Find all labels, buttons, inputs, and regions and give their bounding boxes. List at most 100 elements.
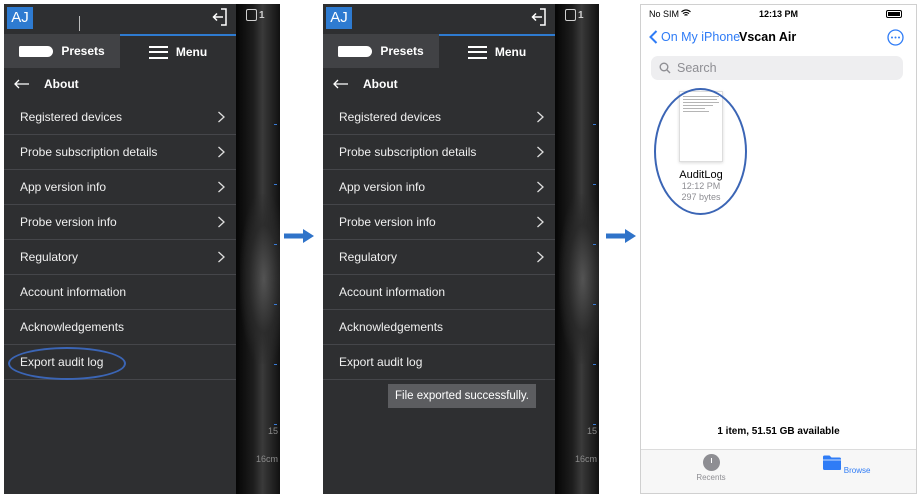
menu-item-probe-version[interactable]: Probe version info: [4, 205, 236, 240]
tab-presets[interactable]: Presets: [323, 34, 439, 68]
chevron-right-icon: [218, 146, 225, 158]
tab-presets-label: Presets: [61, 44, 105, 58]
tab-menu-label: Menu: [494, 45, 527, 59]
menu-item-regulatory[interactable]: Regulatory: [323, 240, 555, 275]
menu-item-probe-subscription[interactable]: Probe subscription details: [323, 135, 555, 170]
flow-arrow-icon: [284, 229, 314, 243]
menu-item-label: Acknowledgements: [339, 320, 444, 334]
depth-ticks: [593, 124, 596, 444]
hamburger-icon: [148, 45, 168, 59]
menu-list: Registered devices Probe subscription de…: [323, 100, 555, 380]
tab-menu[interactable]: Menu: [120, 34, 236, 68]
menu-item-probe-version[interactable]: Probe version info: [323, 205, 555, 240]
menu-item-export-audit-log[interactable]: Export audit log: [323, 345, 555, 380]
frame-count: 1: [578, 9, 584, 21]
depth-unit: 16cm: [574, 454, 597, 464]
highlight-ellipse: [654, 88, 747, 215]
menu-item-probe-subscription[interactable]: Probe subscription details: [4, 135, 236, 170]
tab-browse-label: Browse: [843, 466, 871, 475]
battery-icon: [886, 10, 902, 18]
tab-presets-label: Presets: [380, 44, 424, 58]
menu-item-regulatory[interactable]: Regulatory: [4, 240, 236, 275]
chevron-right-icon: [537, 216, 544, 228]
menu-item-label: Registered devices: [20, 110, 123, 124]
chevron-left-icon: [649, 30, 658, 44]
menu-item-registered-devices[interactable]: Registered devices: [323, 100, 555, 135]
folder-icon: [822, 455, 841, 470]
frame-count: 1: [259, 9, 265, 21]
toast-message: File exported successfully.: [388, 384, 536, 408]
menu-item-label: Probe subscription details: [339, 145, 477, 159]
search-icon: [659, 62, 671, 74]
avatar[interactable]: AJ: [326, 7, 352, 29]
more-icon[interactable]: [887, 29, 904, 46]
menu-item-account-information[interactable]: Account information: [323, 275, 555, 310]
about-title: About: [363, 77, 398, 91]
tab-menu[interactable]: Menu: [439, 34, 555, 68]
folder-title: Vscan Air: [739, 30, 797, 44]
probe-icon: [19, 45, 54, 57]
flow-arrow-icon: [606, 229, 636, 243]
back-arrow-icon[interactable]: [333, 79, 349, 89]
menu-item-label: Regulatory: [20, 250, 79, 264]
menu-list: Registered devices Probe subscription de…: [4, 100, 236, 380]
menu-item-acknowledgements[interactable]: Acknowledgements: [4, 310, 236, 345]
android-screen-before: 1 15 16cm AJ Presets Menu About Register…: [4, 4, 280, 494]
clipboard-icon: [565, 9, 576, 21]
menu-tabs: Presets Menu: [323, 34, 555, 68]
storage-info: 1 item, 51.51 GB available: [717, 426, 840, 437]
menu-item-label: Account information: [20, 285, 127, 299]
menu-item-label: Acknowledgements: [20, 320, 125, 334]
menu-item-registered-devices[interactable]: Registered devices: [4, 100, 236, 135]
tab-recents[interactable]: Recents: [671, 454, 751, 482]
search-input[interactable]: Search: [651, 56, 903, 80]
menu-item-label: App version info: [20, 180, 107, 194]
depth-ticks: [274, 124, 277, 444]
search-placeholder: Search: [677, 61, 717, 75]
clipboard-icon: [246, 9, 257, 21]
about-title: About: [44, 77, 79, 91]
hamburger-icon: [467, 45, 487, 59]
tab-browse[interactable]: Browse: [806, 454, 886, 475]
top-bar: AJ: [4, 4, 236, 34]
menu-tabs: Presets Menu: [4, 34, 236, 68]
frame-counter[interactable]: 1: [565, 7, 595, 23]
menu-item-label: Probe subscription details: [20, 145, 158, 159]
menu-item-acknowledgements[interactable]: Acknowledgements: [323, 310, 555, 345]
about-header[interactable]: About: [4, 68, 236, 100]
clock-time: 12:13 PM: [758, 9, 799, 19]
depth-value: 15: [267, 426, 278, 436]
depth-value: 15: [586, 426, 597, 436]
tab-presets[interactable]: Presets: [4, 34, 120, 68]
android-screen-after: 1 15 16cm AJ Presets Menu About Register…: [323, 4, 599, 494]
chevron-right-icon: [218, 251, 225, 263]
menu-item-label: Export audit log: [339, 355, 423, 369]
logout-icon[interactable]: [212, 8, 228, 26]
ios-tab-bar: Recents Browse: [641, 449, 916, 493]
avatar[interactable]: AJ: [7, 7, 33, 29]
back-button[interactable]: On My iPhone: [649, 30, 740, 44]
about-header[interactable]: About: [323, 68, 555, 100]
back-label: On My iPhone: [661, 30, 741, 44]
ios-files-screen: No SIM 12:13 PM On My iPhone Vscan Air S…: [640, 4, 917, 494]
menu-item-label: Probe version info: [339, 215, 436, 229]
status-bar: No SIM 12:13 PM: [641, 5, 916, 23]
probe-icon: [338, 45, 373, 57]
depth-unit: 16cm: [255, 454, 278, 464]
chevron-right-icon: [537, 146, 544, 158]
back-arrow-icon[interactable]: [14, 79, 30, 89]
highlight-ellipse: [8, 347, 126, 380]
menu-item-app-version[interactable]: App version info: [4, 170, 236, 205]
logout-icon[interactable]: [531, 8, 547, 26]
tab-menu-label: Menu: [175, 45, 208, 59]
chevron-right-icon: [537, 111, 544, 123]
frame-counter[interactable]: 1: [246, 7, 276, 23]
menu-item-account-information[interactable]: Account information: [4, 275, 236, 310]
chevron-right-icon: [218, 111, 225, 123]
chevron-right-icon: [537, 181, 544, 193]
tab-recents-label: Recents: [696, 473, 726, 482]
side-menu: AJ Presets Menu About Registered devices: [323, 4, 555, 494]
menu-item-app-version[interactable]: App version info: [323, 170, 555, 205]
chevron-right-icon: [537, 251, 544, 263]
chevron-right-icon: [218, 216, 225, 228]
